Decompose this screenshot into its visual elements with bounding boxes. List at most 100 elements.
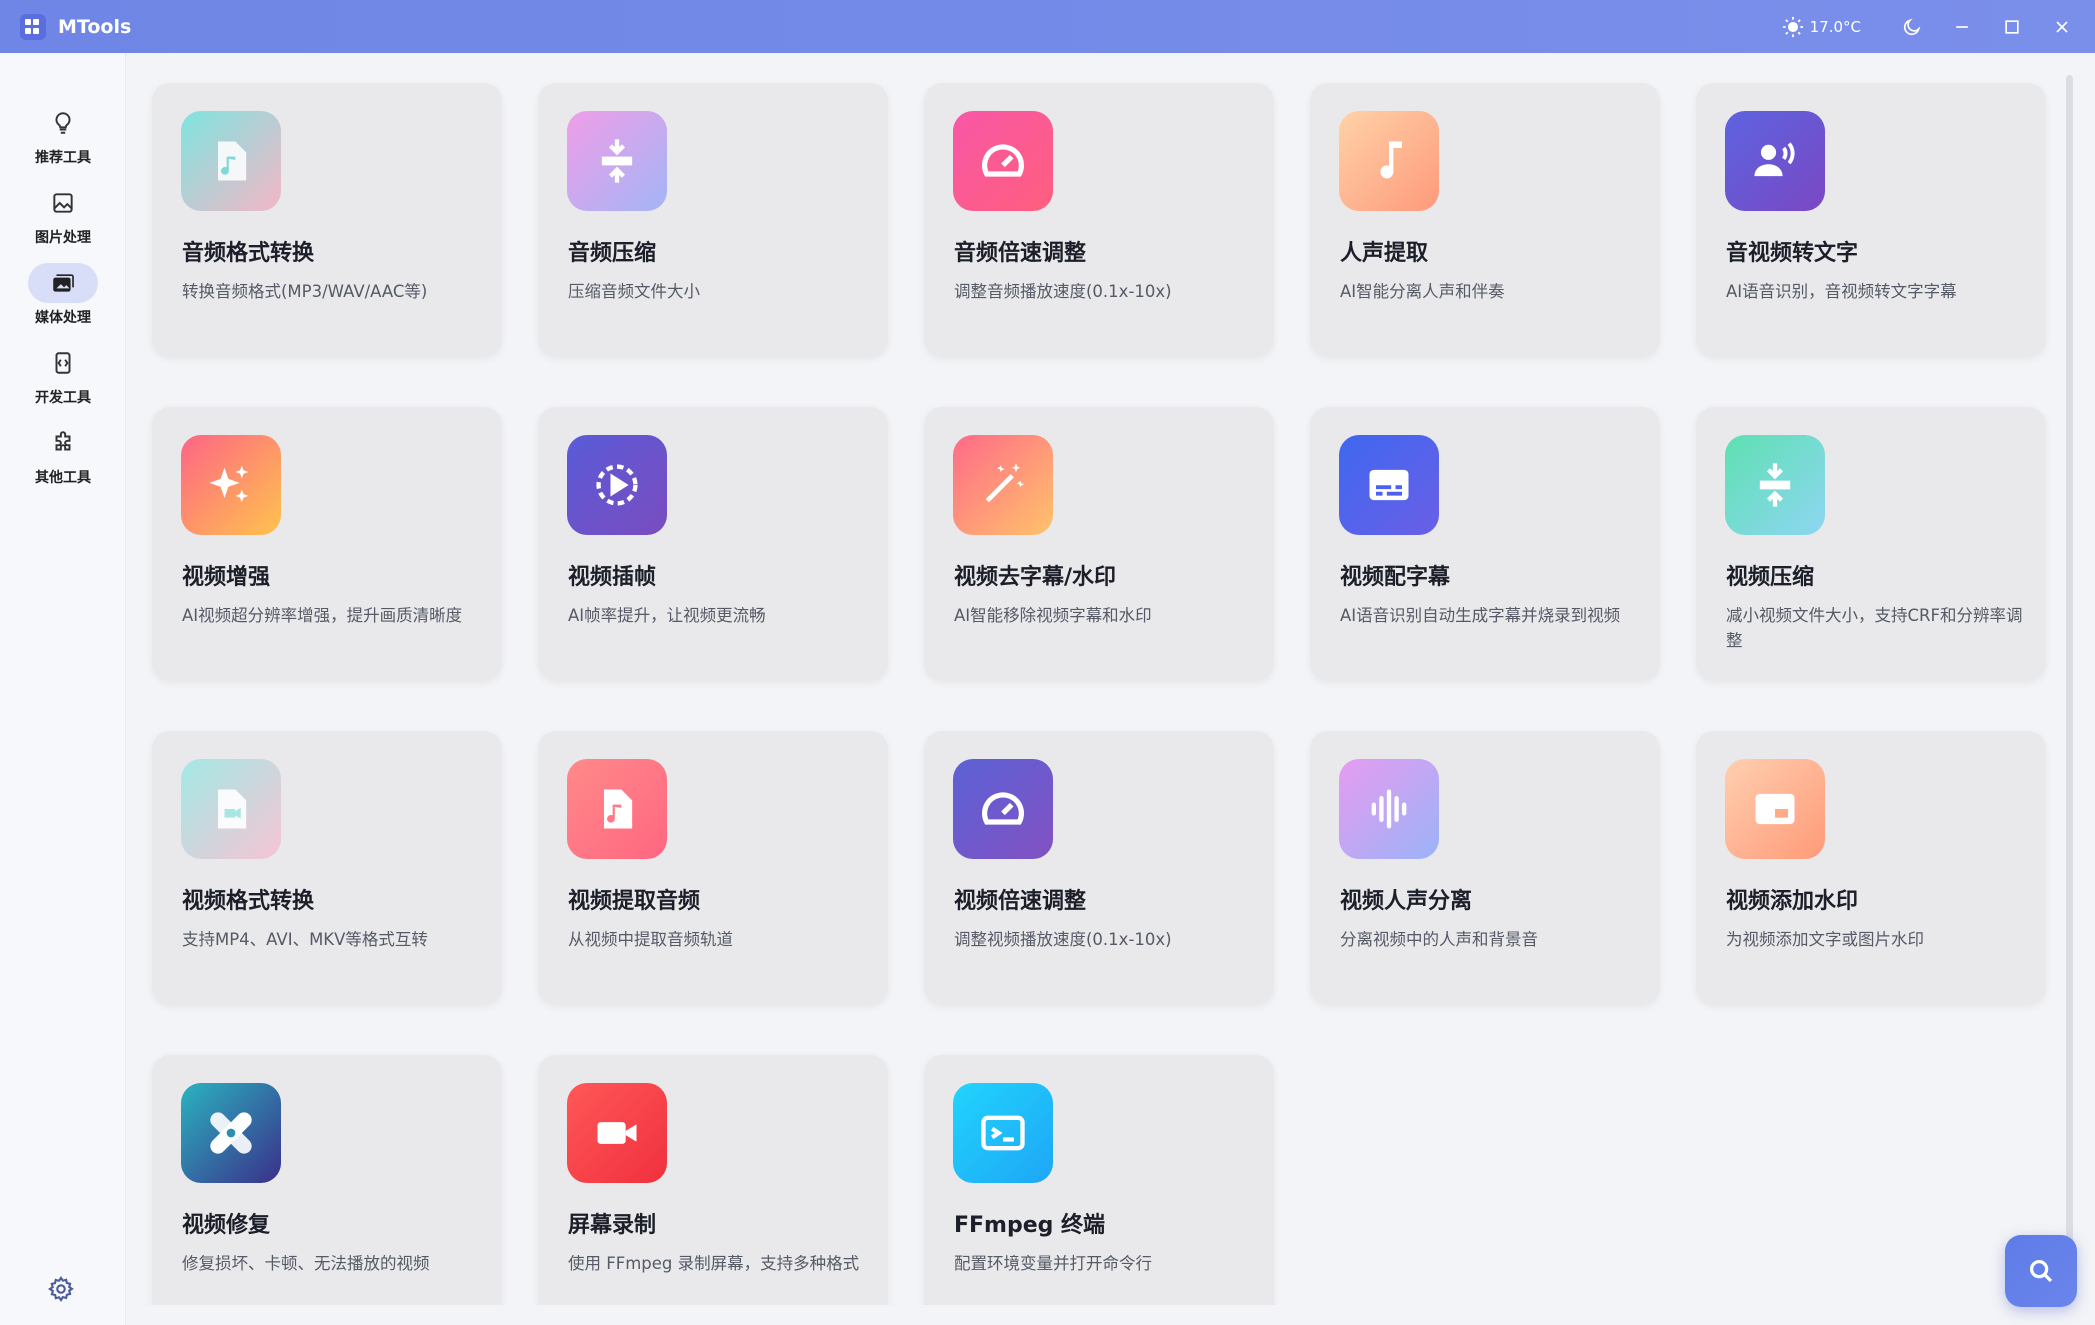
speedometer-icon [982,144,1024,177]
sidebar-item-label: 图片处理 [35,230,91,246]
sidebar-item-dev[interactable]: 开发工具 [0,343,126,419]
tool-title: 视频倍速调整 [954,889,1087,914]
maximize-button[interactable] [1987,0,2037,53]
music-note-icon [1380,141,1402,179]
tool-title: 视频压缩 [1726,565,1815,590]
tool-card-video-repair[interactable]: 视频修复 修复损坏、卡顿、无法播放的视频 [152,1055,502,1305]
magic-wand-icon [985,463,1025,503]
puzzle-icon [55,431,71,451]
tool-title: 视频添加水印 [1726,889,1859,914]
tool-desc: 调整视频播放速度(0.1x-10x) [954,930,1172,949]
tool-desc: AI智能移除视频字幕和水印 [954,606,1152,625]
sidebar-item-label: 媒体处理 [35,310,91,326]
settings-button[interactable] [47,1275,77,1305]
tool-title: 音频倍速调整 [954,241,1087,266]
tool-desc: AI智能分离人声和伴奏 [1340,282,1505,301]
tool-card-video-vocal-split[interactable]: 视频人声分离 分离视频中的人声和背景音 [1310,731,1660,1005]
tool-card-video-convert[interactable]: 视频格式转换 支持MP4、AVI、MKV等格式互转 [152,731,502,1005]
compress-icon [1759,463,1791,507]
scrollbar[interactable] [2066,75,2073,1290]
tool-card-audio-compress[interactable]: 音频压缩 压缩音频文件大小 [538,83,888,357]
close-icon [2056,20,2068,33]
tool-title: 视频增强 [182,565,271,590]
tools-grid: 音频格式转换 转换音频格式(MP3/WAV/AAC等) 音频压缩 压缩音频文件大… [126,53,2062,1305]
moon-icon [1903,18,1921,35]
tool-desc: 调整音频播放速度(0.1x-10x) [954,282,1172,301]
gear-icon [48,1276,74,1303]
compress-icon [601,139,633,183]
sidebar-item-image[interactable]: 图片处理 [0,183,126,259]
tool-desc: 从视频中提取音频轨道 [568,930,733,949]
sidebar-item-label: 其他工具 [35,470,91,486]
tool-card-screen-record[interactable]: 屏幕录制 使用 FFmpeg 录制屏幕，支持多种格式 [538,1055,888,1305]
tool-card-audio-speed[interactable]: 音频倍速调整 调整音频播放速度(0.1x-10x) [924,83,1274,357]
search-button[interactable] [2005,1235,2077,1307]
tool-title: 视频配字幕 [1340,565,1451,590]
speedometer-icon [982,792,1024,825]
search-icon [2030,1260,2053,1283]
sidebar: 推荐工具 图片处理 媒体处理 开发工具 其他工具 [0,53,126,1325]
audio-file-icon [604,789,633,829]
tool-title: 视频去字幕/水印 [954,565,1117,590]
minimize-button[interactable] [1937,0,1987,53]
sparkle-icon [209,465,249,503]
video-camera-icon [597,1122,637,1144]
tool-card-add-watermark[interactable]: 视频添加水印 为视频添加文字或图片水印 [1696,731,2046,1005]
tool-title: 视频格式转换 [182,889,315,914]
play-circle-icon [596,464,638,506]
media-icon [53,274,74,292]
tool-desc: 分离视频中的人声和背景音 [1340,930,1538,949]
tool-card-video-compress[interactable]: 视频压缩 减小视频文件大小，支持CRF和分辨率调整 [1696,407,2046,681]
sidebar-item-other[interactable]: 其他工具 [0,423,126,499]
tool-desc: 修复损坏、卡顿、无法播放的视频 [182,1254,430,1273]
tool-card-extract-audio[interactable]: 视频提取音频 从视频中提取音频轨道 [538,731,888,1005]
tool-title: 音频格式转换 [182,241,315,266]
tool-card-vocal-extract[interactable]: 人声提取 AI智能分离人声和伴奏 [1310,83,1660,357]
lightbulb-icon [55,112,71,134]
bandage-icon [210,1112,252,1154]
tool-desc: 压缩音频文件大小 [568,282,700,301]
tool-card-speech-to-text[interactable]: 音视频转文字 AI语音识别，音视频转文字字幕 [1696,83,2046,357]
tool-desc: AI语音识别自动生成字幕并烧录到视频 [1340,606,1621,625]
tool-title: 视频插帧 [568,565,657,590]
tool-card-video-speed[interactable]: 视频倍速调整 调整视频播放速度(0.1x-10x) [924,731,1274,1005]
code-icon [55,352,71,374]
audio-file-icon [218,141,247,181]
tool-card-remove-watermark[interactable]: 视频去字幕/水印 AI智能移除视频字幕和水印 [924,407,1274,681]
tool-desc: 支持MP4、AVI、MKV等格式互转 [182,930,428,949]
terminal-icon [981,1115,1025,1151]
tool-card-ffmpeg-terminal[interactable]: FFmpeg 终端 配置环境变量并打开命令行 [924,1055,1274,1305]
tool-title: 视频人声分离 [1340,889,1473,914]
subtitles-icon [1369,469,1409,501]
sidebar-item-label: 开发工具 [35,390,91,406]
watermark-icon [1755,793,1795,825]
waveform-icon [1371,789,1407,829]
tool-title: 视频修复 [182,1213,271,1238]
tool-desc: 转换音频格式(MP3/WAV/AAC等) [182,282,428,301]
close-button[interactable] [2037,0,2087,53]
tool-desc: AI视频超分辨率增强，提升画质清晰度 [182,606,463,625]
tool-desc: 配置环境变量并打开命令行 [954,1254,1152,1273]
tool-card-audio-convert[interactable]: 音频格式转换 转换音频格式(MP3/WAV/AAC等) [152,83,502,357]
tool-card-add-subtitles[interactable]: 视频配字幕 AI语音识别自动生成字幕并烧录到视频 [1310,407,1660,681]
app-title: MTools [58,15,132,38]
tool-title: 音频压缩 [568,241,657,266]
tool-title: 屏幕录制 [568,1213,657,1238]
image-icon [53,193,73,213]
tool-title: 人声提取 [1340,241,1429,266]
tool-title: 音视频转文字 [1726,241,1859,266]
tool-desc: 使用 FFmpeg 录制屏幕，支持多种格式 [568,1254,860,1273]
tool-desc: 为视频添加文字或图片水印 [1726,930,1924,949]
tool-card-video-enhance[interactable]: 视频增强 AI视频超分辨率增强，提升画质清晰度 [152,407,502,681]
app-logo-icon [20,13,46,40]
sidebar-item-recommended[interactable]: 推荐工具 [0,103,126,179]
voice-user-icon [1754,142,1795,177]
tool-title: 视频提取音频 [568,889,701,914]
theme-toggle-button[interactable] [1887,0,1937,53]
sidebar-item-media[interactable]: 媒体处理 [0,263,126,339]
weather-widget[interactable]: 17.0°C [1782,16,1861,38]
sidebar-item-label: 推荐工具 [35,150,91,166]
tool-desc: AI语音识别，音视频转文字字幕 [1726,282,1957,301]
temperature-text: 17.0°C [1809,17,1861,36]
tool-card-frame-interp[interactable]: 视频插帧 AI帧率提升，让视频更流畅 [538,407,888,681]
